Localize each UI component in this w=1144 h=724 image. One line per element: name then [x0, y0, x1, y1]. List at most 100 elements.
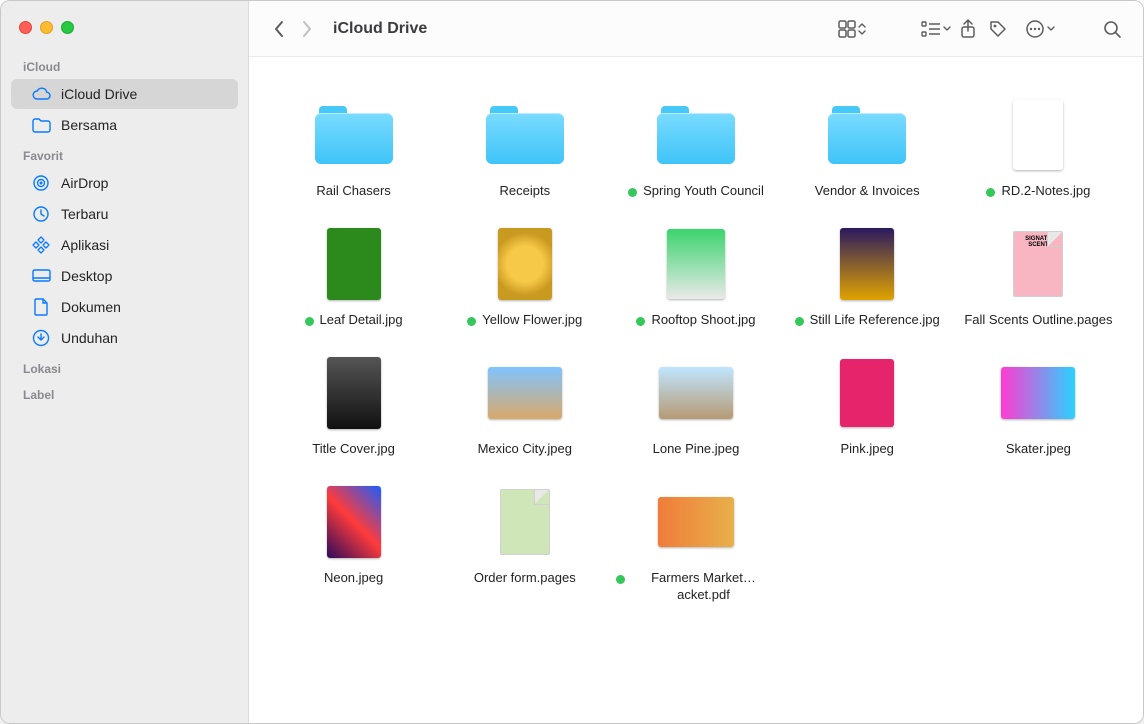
- file-name: Title Cover.jpg: [312, 441, 395, 458]
- file-thumbnail: [996, 93, 1080, 177]
- tag-dot-green: [305, 317, 314, 326]
- clock-icon: [31, 204, 51, 224]
- folder-icon: [825, 93, 909, 177]
- sidebar-item-airdrop[interactable]: AirDrop: [11, 168, 238, 198]
- file-item[interactable]: Spring Youth Council: [616, 93, 776, 200]
- sidebar-item-unduhan[interactable]: Unduhan: [11, 323, 238, 353]
- file-name: Pink.jpeg: [840, 441, 893, 458]
- search-button[interactable]: [1097, 15, 1127, 43]
- file-name-row: Vendor & Invoices: [815, 183, 920, 200]
- file-name: Neon.jpeg: [324, 570, 383, 587]
- file-item[interactable]: Receipts: [445, 93, 605, 200]
- main-area: iCloud Drive: [249, 1, 1143, 723]
- sidebar-section-label: Label: [1, 380, 248, 406]
- file-name-row: Skater.jpeg: [1006, 441, 1071, 458]
- file-item[interactable]: Yellow Flower.jpg: [445, 222, 605, 329]
- file-name: RD.2-Notes.jpg: [1001, 183, 1090, 200]
- file-item[interactable]: Farmers Market…acket.pdf: [616, 480, 776, 604]
- close-window-button[interactable]: [19, 21, 32, 34]
- tag-dot-green: [467, 317, 476, 326]
- file-item[interactable]: Neon.jpeg: [274, 480, 434, 604]
- sidebar-item-label: Aplikasi: [61, 237, 226, 253]
- file-item[interactable]: Leaf Detail.jpg: [274, 222, 434, 329]
- file-name: Order form.pages: [474, 570, 576, 587]
- sidebar-item-desktop[interactable]: Desktop: [11, 261, 238, 291]
- file-item[interactable]: Rail Chasers: [274, 93, 434, 200]
- file-name: Fall Scents Outline.pages: [964, 312, 1112, 329]
- file-name-row: Rail Chasers: [316, 183, 390, 200]
- sidebar-item-aplikasi[interactable]: Aplikasi: [11, 230, 238, 260]
- file-name: Yellow Flower.jpg: [482, 312, 582, 329]
- sidebar-item-terbaru[interactable]: Terbaru: [11, 199, 238, 229]
- share-button[interactable]: [953, 15, 983, 43]
- sidebar-item-dokumen[interactable]: Dokumen: [11, 292, 238, 322]
- file-name-row: Pink.jpeg: [840, 441, 893, 458]
- file-thumbnail: [654, 480, 738, 564]
- file-name-row: Receipts: [499, 183, 550, 200]
- file-item[interactable]: Still Life Reference.jpg: [787, 222, 947, 329]
- sidebar-section-label: Lokasi: [1, 354, 248, 380]
- back-button[interactable]: [265, 15, 293, 43]
- location-title: iCloud Drive: [333, 20, 427, 38]
- tag-dot-green: [616, 575, 625, 584]
- file-item[interactable]: Lone Pine.jpeg: [616, 351, 776, 458]
- file-name: Spring Youth Council: [643, 183, 764, 200]
- more-actions-button[interactable]: [1013, 15, 1057, 43]
- file-name: Mexico City.jpeg: [478, 441, 572, 458]
- finder-window: iCloud iCloud Drive Bersama Favorit AirDrop T…: [0, 0, 1144, 724]
- file-item[interactable]: Vendor & Invoices: [787, 93, 947, 200]
- file-item[interactable]: Mexico City.jpeg: [445, 351, 605, 458]
- file-name-row: Fall Scents Outline.pages: [964, 312, 1112, 329]
- file-item[interactable]: Pink.jpeg: [787, 351, 947, 458]
- group-by-button[interactable]: [909, 15, 953, 43]
- file-thumbnail: [312, 351, 396, 435]
- sidebar-item-label: iCloud Drive: [61, 86, 226, 102]
- sidebar-item-bersama[interactable]: Bersama: [11, 110, 238, 140]
- file-thumbnail: [654, 222, 738, 306]
- file-name-row: Title Cover.jpg: [312, 441, 395, 458]
- file-name: Still Life Reference.jpg: [810, 312, 940, 329]
- file-item[interactable]: Order form.pages: [445, 480, 605, 604]
- file-grid: Rail Chasers Receipts Spring Youth Council…: [249, 57, 1143, 723]
- tag-dot-green: [795, 317, 804, 326]
- sidebar-item-label: AirDrop: [61, 175, 226, 191]
- file-name-row: RD.2-Notes.jpg: [986, 183, 1090, 200]
- sidebar-section-label: Favorit: [1, 141, 248, 167]
- tag-dot-green: [636, 317, 645, 326]
- file-thumbnail: [483, 222, 567, 306]
- shared-folder-icon: [31, 115, 51, 135]
- file-name-row: Still Life Reference.jpg: [795, 312, 940, 329]
- file-thumbnail: [483, 480, 567, 564]
- forward-button[interactable]: [293, 15, 321, 43]
- maximize-window-button[interactable]: [61, 21, 74, 34]
- file-name: Farmers Market…acket.pdf: [631, 570, 776, 604]
- view-icons-button[interactable]: [825, 15, 869, 43]
- file-item[interactable]: SIGNATU SCENTFall Scents Outline.pages: [958, 222, 1118, 329]
- file-name-row: Yellow Flower.jpg: [467, 312, 582, 329]
- sidebar-item-icloud-drive[interactable]: iCloud Drive: [11, 79, 238, 109]
- file-item[interactable]: Rooftop Shoot.jpg: [616, 222, 776, 329]
- minimize-window-button[interactable]: [40, 21, 53, 34]
- file-item[interactable]: Skater.jpeg: [958, 351, 1118, 458]
- tags-button[interactable]: [983, 15, 1013, 43]
- file-name: Rail Chasers: [316, 183, 390, 200]
- download-icon: [31, 328, 51, 348]
- folder-icon: [483, 93, 567, 177]
- apps-icon: [31, 235, 51, 255]
- file-item[interactable]: Title Cover.jpg: [274, 351, 434, 458]
- file-name: Receipts: [499, 183, 550, 200]
- sidebar-item-label: Desktop: [61, 268, 226, 284]
- sidebar-item-label: Bersama: [61, 117, 226, 133]
- file-name: Skater.jpeg: [1006, 441, 1071, 458]
- sidebar-section-label: iCloud: [1, 52, 248, 78]
- toolbar: iCloud Drive: [249, 1, 1143, 57]
- file-name-row: Order form.pages: [474, 570, 576, 587]
- file-item[interactable]: RD.2-Notes.jpg: [958, 93, 1118, 200]
- file-name-row: Leaf Detail.jpg: [305, 312, 403, 329]
- folder-icon: [312, 93, 396, 177]
- chevron-down-icon: [943, 23, 951, 35]
- file-name-row: Lone Pine.jpeg: [653, 441, 740, 458]
- cloud-icon: [31, 84, 51, 104]
- chevron-updown-icon: [857, 22, 867, 36]
- file-name-row: Spring Youth Council: [628, 183, 764, 200]
